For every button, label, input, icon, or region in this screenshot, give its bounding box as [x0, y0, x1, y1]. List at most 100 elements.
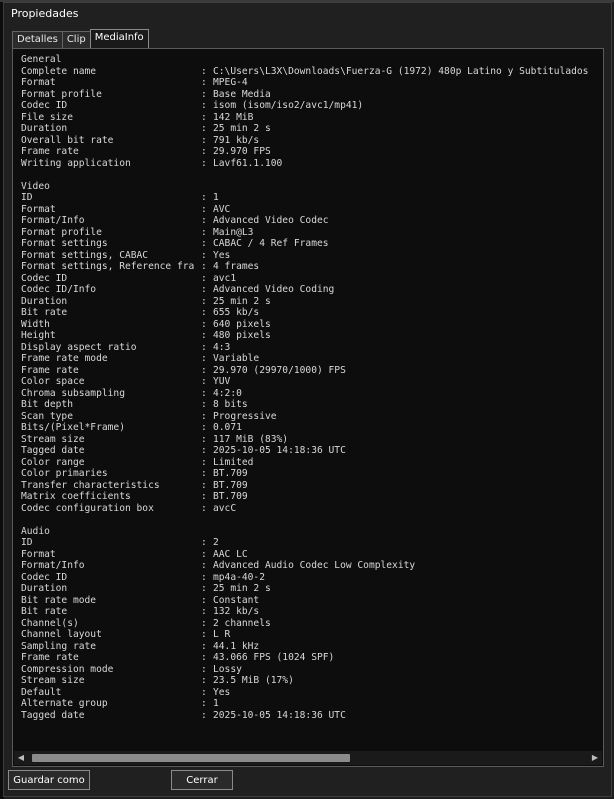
info-row: Matrix coefficients: BT.709 — [21, 491, 603, 503]
info-row: Bit rate mode: Constant — [21, 595, 603, 607]
info-label: Width — [21, 318, 50, 330]
info-value: BT.709 — [213, 491, 248, 502]
info-label: Color primaries — [21, 468, 108, 479]
scroll-right-icon[interactable]: ▶ — [588, 751, 602, 765]
info-separator: : — [201, 399, 207, 410]
title-bar[interactable]: Propiedades — [4, 3, 611, 25]
info-row: Bit depth:8 bits — [21, 399, 603, 411]
info-row: Duration:25 min 2 s — [21, 583, 603, 595]
info-value: BT.709 — [213, 468, 248, 479]
info-value: 43.066 FPS (1024 SPF) — [213, 652, 335, 663]
info-value: 640 pixels — [213, 318, 271, 330]
info-value: AVC — [213, 203, 231, 215]
info-separator: : — [201, 88, 207, 100]
section-header: Audio — [21, 525, 50, 537]
info-row: Format/Info: Advanced Audio Codec Low Com… — [21, 560, 603, 572]
info-separator: : — [201, 192, 207, 203]
info-label: Chroma subsampling — [21, 387, 125, 399]
info-value: 44.1 kHz — [213, 640, 260, 652]
info-value: 791 kb/s — [213, 134, 260, 146]
info-row: Color space: YUV — [21, 376, 603, 388]
info-separator: : — [201, 629, 207, 640]
info-label: Color space — [21, 376, 85, 387]
info-value: Variable — [213, 353, 260, 364]
info-value: 1 — [213, 698, 219, 709]
info-value: Constant — [213, 594, 260, 606]
info-label: Tagged date — [21, 445, 85, 456]
info-label: Frame rate — [21, 652, 79, 663]
info-separator: : — [201, 134, 207, 146]
info-value: 132 kb/s — [213, 606, 260, 617]
info-separator: : — [201, 663, 207, 675]
info-label: Scan type — [21, 410, 73, 422]
info-row: Tagged date:2025-10-05 14:18:36 UTC — [21, 710, 603, 722]
tab-mediainfo[interactable]: MediaInfo — [89, 29, 149, 48]
info-label: Frame rate mode — [21, 353, 108, 364]
close-button[interactable]: Cerrar — [171, 770, 233, 790]
info-value: 23.5 MiB (17%) — [213, 675, 294, 686]
info-label: Format settings, CABAC — [21, 249, 149, 261]
info-separator: : — [201, 284, 207, 295]
properties-dialog: Propiedades Detalles Clip MediaInfo Gene… — [3, 2, 612, 797]
info-separator: : — [201, 146, 207, 157]
info-value: mp4a-40-2 — [213, 571, 265, 583]
info-value: 4 frames — [213, 261, 260, 272]
tab-clip[interactable]: Clip — [61, 31, 91, 48]
info-label: File size — [21, 111, 73, 123]
info-value: Main@L3 — [213, 226, 254, 238]
info-row: Frame rate:29.970 (29970/1000) FPS — [21, 365, 603, 377]
info-label: Stream size — [21, 675, 85, 686]
info-label: Duration — [21, 295, 68, 307]
info-row: Width:640 pixels — [21, 319, 603, 331]
info-value: Yes — [213, 686, 231, 698]
info-row: Stream size:117 MiB (83%) — [21, 434, 603, 446]
info-value: 4:2:0 — [213, 387, 242, 399]
scrollbar-thumb[interactable] — [32, 754, 350, 762]
info-value: 2025-10-05 14:18:36 UTC — [213, 709, 346, 721]
info-row: Codec ID: avc1 — [21, 273, 603, 285]
info-label: Channel layout — [21, 629, 102, 640]
info-separator: : — [201, 571, 207, 583]
info-separator: : — [201, 376, 207, 387]
info-label: Bit rate — [21, 606, 68, 617]
info-row: Sampling rate:44.1 kHz — [21, 641, 603, 653]
mediainfo-panel: General Complete name: C:\Users\L3X\Downlo… — [12, 48, 604, 767]
info-value: Advanced Video Coding — [213, 284, 335, 295]
info-value: 142 MiB — [213, 111, 254, 123]
info-value: 29.970 (29970/1000) FPS — [213, 364, 346, 376]
info-label: Bit rate mode — [21, 594, 97, 606]
info-row: Duration:25 min 2 s — [21, 296, 603, 308]
info-value: Lossy — [213, 663, 242, 675]
info-label: Tagged date — [21, 709, 85, 721]
info-label: Format/Info — [21, 560, 85, 571]
info-separator: : — [201, 548, 207, 560]
info-row: Compression mode: Lossy — [21, 664, 603, 676]
info-separator: : — [201, 560, 207, 571]
info-value: Advanced Video Codec — [213, 215, 329, 226]
info-value: Progressive — [213, 410, 277, 422]
info-row: Duration:25 min 2 s — [21, 123, 603, 135]
info-label: Frame rate — [21, 146, 79, 157]
info-separator: : — [201, 433, 207, 445]
info-separator: : — [201, 249, 207, 261]
info-separator: : — [201, 318, 207, 330]
info-separator: : — [201, 652, 207, 663]
info-value: BT.709 — [213, 479, 248, 491]
info-separator: : — [201, 295, 207, 307]
scroll-left-icon[interactable]: ◀ — [14, 751, 28, 765]
horizontal-scrollbar[interactable]: ◀ ▶ — [14, 751, 602, 765]
save-as-button[interactable]: Guardar como — [8, 770, 90, 790]
info-separator: : — [201, 307, 207, 318]
info-row: Transfer characteristics: BT.709 — [21, 480, 603, 492]
info-label: Format — [21, 203, 56, 215]
info-row: Tagged date:2025-10-05 14:18:36 UTC — [21, 445, 603, 457]
info-label: Writing application — [21, 157, 131, 169]
info-label: Color range — [21, 456, 85, 468]
mediainfo-text[interactable]: General Complete name: C:\Users\L3X\Downlo… — [21, 54, 603, 750]
tab-detalles[interactable]: Detalles — [12, 31, 63, 48]
info-row: Codec ID: mp4a-40-2 — [21, 572, 603, 584]
info-label: Format — [21, 77, 56, 88]
info-label: Transfer characteristics — [21, 479, 160, 491]
info-label: Channel(s) — [21, 617, 79, 629]
